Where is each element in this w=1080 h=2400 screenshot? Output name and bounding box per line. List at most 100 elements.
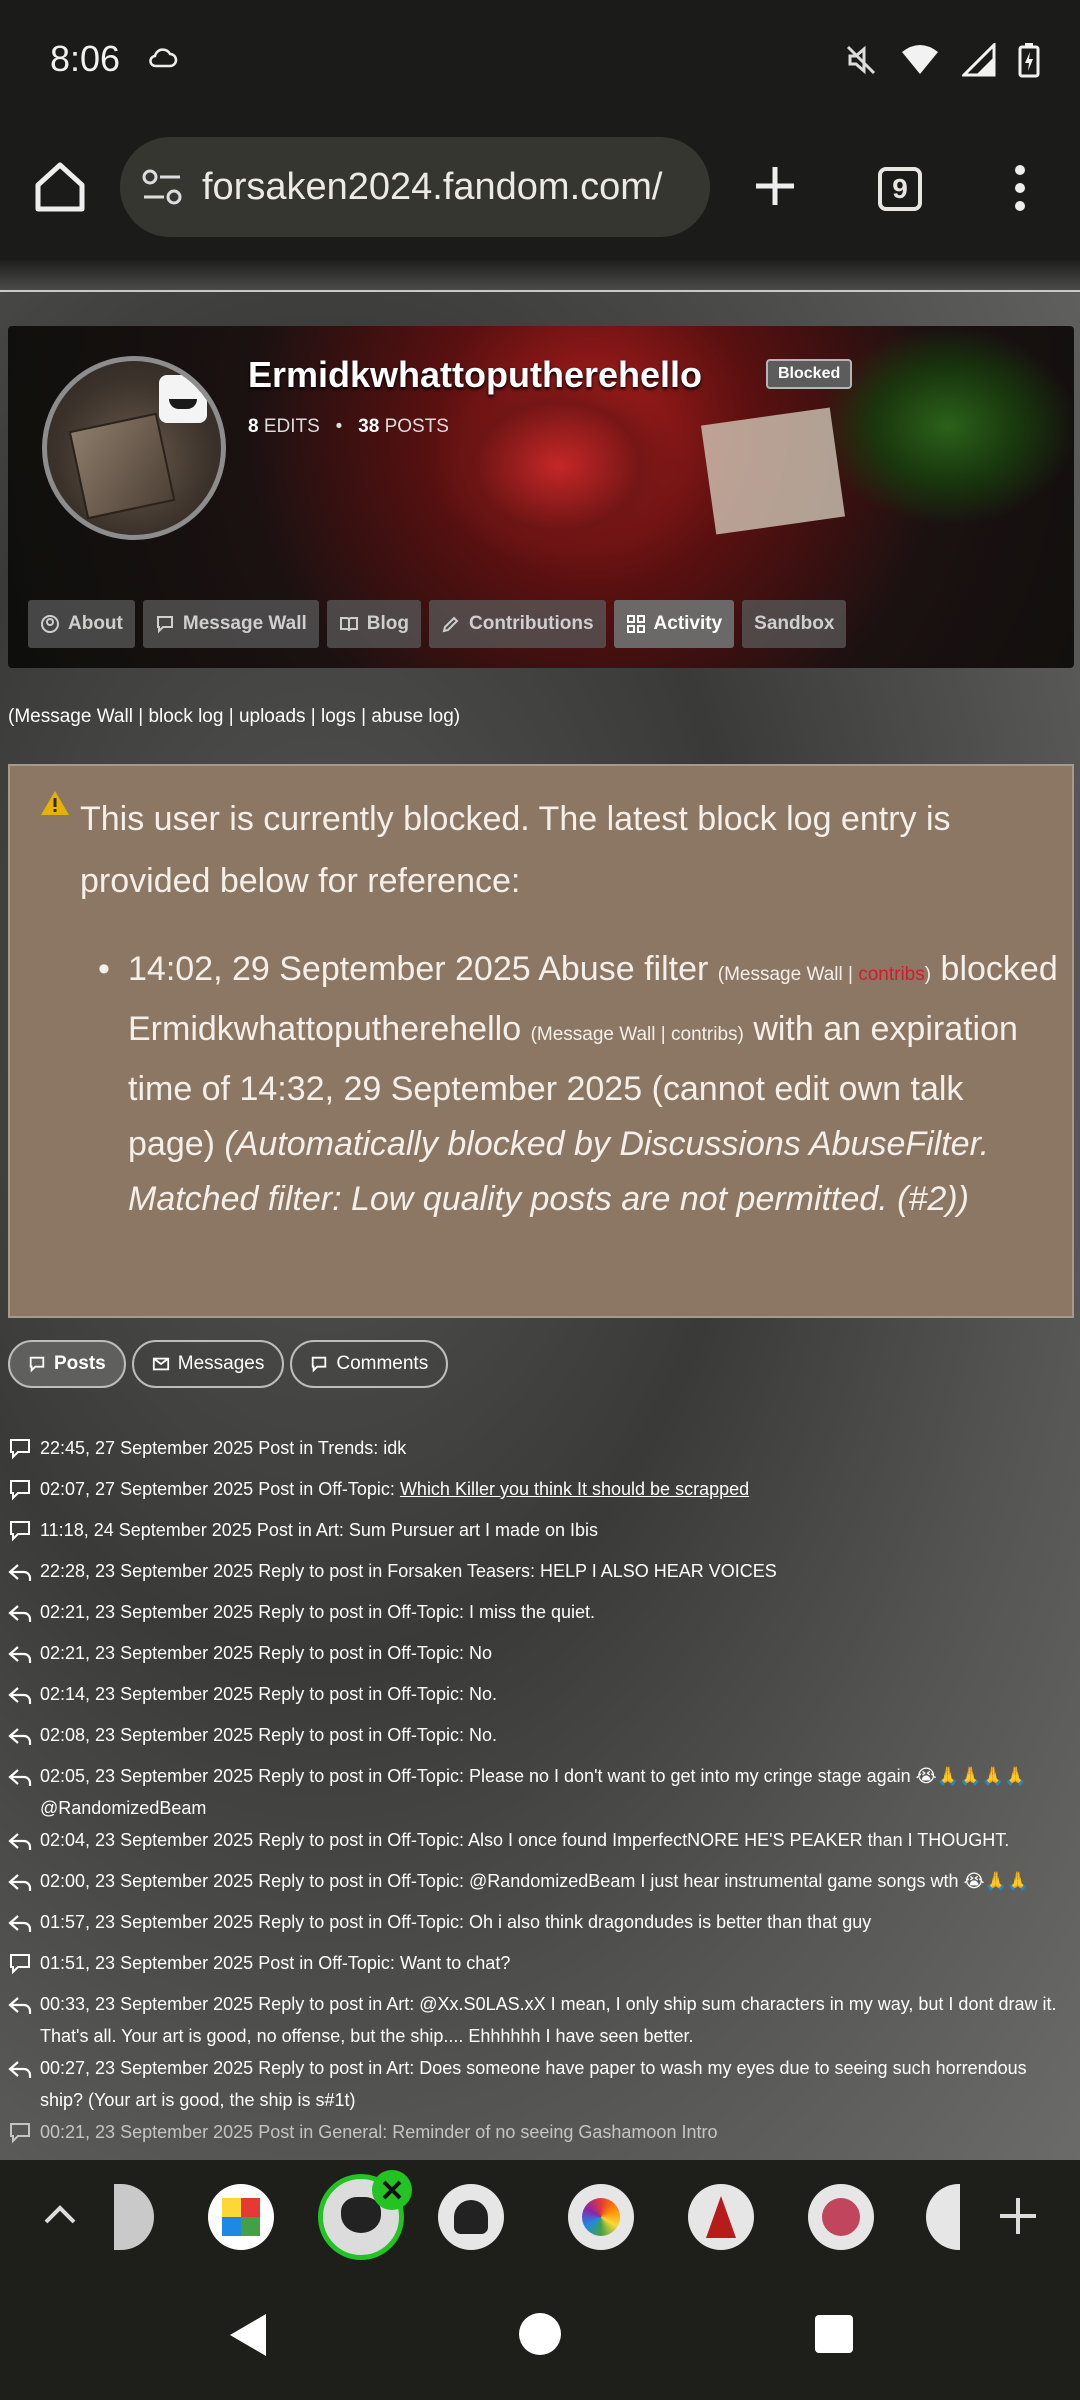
activity-action: Reply to post in Off-Topic: xyxy=(258,1725,464,1745)
target-contribs-link[interactable]: contribs xyxy=(671,1024,738,1045)
activity-time: 02:05, 23 September 2025 xyxy=(40,1766,254,1786)
activity-item: 02:21, 23 September 2025 Reply to post i… xyxy=(8,1637,1074,1678)
comment-icon xyxy=(8,1479,32,1501)
filter-comments[interactable]: Comments xyxy=(290,1340,449,1388)
browser-toolbar: forsaken2024.fandom.com/ 9 xyxy=(0,125,1080,260)
activity-action: Reply to post in Off-Topic: xyxy=(258,1643,464,1663)
activity-time: 22:28, 23 September 2025 xyxy=(40,1561,254,1581)
tab-message-wall[interactable]: Message Wall xyxy=(142,600,319,648)
add-tab-icon[interactable] xyxy=(996,2194,1040,2238)
tab-blog[interactable]: Blog xyxy=(326,600,421,648)
tab-thumbnail[interactable] xyxy=(438,2184,504,2250)
tool-link-uploads[interactable]: uploads xyxy=(239,706,306,727)
activity-time: 11:18, 24 September 2025 xyxy=(40,1520,252,1540)
comment-icon xyxy=(156,616,173,634)
activity-time: 00:33, 23 September 2025 xyxy=(40,1994,254,2014)
tab-about[interactable]: About xyxy=(28,600,135,648)
mail-icon xyxy=(152,1357,169,1371)
activity-title-link[interactable]: No xyxy=(469,1643,492,1663)
tab-thumbnail[interactable] xyxy=(568,2184,634,2250)
activity-title-link[interactable]: I miss the quiet. xyxy=(469,1602,595,1622)
clock: 8:06 xyxy=(50,38,121,79)
actor-message-wall-link[interactable]: Message Wall xyxy=(724,964,843,985)
comment-icon xyxy=(29,1356,45,1373)
block-target[interactable]: Ermidkwhattoputherehello xyxy=(128,1010,521,1048)
activity-time: 02:14, 23 September 2025 xyxy=(40,1684,254,1704)
activity-title-link[interactable]: Oh i also think dragondudes is better th… xyxy=(469,1912,871,1932)
target-message-wall-link[interactable]: Message Wall xyxy=(537,1024,656,1045)
activity-item: 02:21, 23 September 2025 Reply to post i… xyxy=(8,1596,1074,1637)
reply-icon xyxy=(8,1643,32,1665)
home-icon[interactable] xyxy=(32,159,88,215)
recents-icon[interactable] xyxy=(814,2314,854,2354)
activity-action: Reply to post in Art: xyxy=(258,1994,415,2014)
activity-time: 00:21, 23 September 2025 xyxy=(40,2122,254,2142)
banner-art xyxy=(428,366,688,566)
reply-icon xyxy=(8,1561,32,1583)
activity-title-link[interactable]: Reminder of no seeing Gashamoon Intro xyxy=(392,2122,717,2142)
activity-item: 00:21, 23 September 2025 Post in General… xyxy=(8,2116,1074,2157)
block-verb: blocked xyxy=(940,950,1058,988)
activity-item: 22:45, 27 September 2025 Post in Trends:… xyxy=(8,1432,1074,1473)
activity-time: 02:21, 23 September 2025 xyxy=(40,1602,254,1622)
avatar[interactable] xyxy=(42,356,226,540)
filter-messages[interactable]: Messages xyxy=(131,1340,285,1388)
activity-title-link[interactable]: idk xyxy=(383,1438,406,1458)
tool-link-message-wall[interactable]: Message Wall xyxy=(14,706,133,727)
activity-action: Post in Art: xyxy=(256,1520,344,1540)
back-icon[interactable] xyxy=(226,2312,270,2358)
posts-count: 38 xyxy=(358,416,380,437)
activity-title-link[interactable]: Sum Pursuer art I made on Ibis xyxy=(349,1520,598,1540)
filter-posts[interactable]: Posts xyxy=(8,1340,126,1388)
activity-action: Post in Trends: xyxy=(258,1438,379,1458)
banner-art xyxy=(700,407,846,535)
book-icon xyxy=(339,617,358,632)
tab-activity[interactable]: Activity xyxy=(613,600,735,648)
profile-header: Ermidkwhattoputherehello Blocked 8 EDITS… xyxy=(8,326,1074,668)
tool-link-block-log[interactable]: block log xyxy=(148,706,223,727)
reply-icon xyxy=(8,1912,32,1934)
system-nav-bar xyxy=(0,2270,1080,2400)
tab-switcher-button[interactable]: 9 xyxy=(878,167,922,211)
tab-thumbnail[interactable] xyxy=(808,2184,874,2250)
tab-thumbnail[interactable] xyxy=(114,2184,154,2250)
activity-item: 00:33, 23 September 2025 Reply to post i… xyxy=(8,1988,1074,2052)
chevron-up-icon[interactable] xyxy=(40,2198,80,2228)
activity-title-link[interactable]: Want to chat? xyxy=(400,1953,510,1973)
actor-contribs-link[interactable]: contribs xyxy=(858,964,925,985)
tab-sandbox[interactable]: Sandbox xyxy=(742,600,847,648)
activity-item: 00:27, 23 September 2025 Reply to post i… xyxy=(8,2052,1074,2116)
more-menu-icon[interactable] xyxy=(1010,163,1030,213)
block-actor[interactable]: Abuse filter xyxy=(538,950,708,988)
tool-link-logs[interactable]: logs xyxy=(321,706,356,727)
activity-action: Reply to post in Off-Topic: xyxy=(258,1830,464,1850)
pencil-icon xyxy=(442,616,459,633)
activity-title-link[interactable]: @RandomizedBeam I just hear instrumental… xyxy=(469,1871,1029,1891)
web-page: Ermidkwhattoputherehello Blocked 8 EDITS… xyxy=(0,260,1080,2160)
activity-item: 11:18, 24 September 2025 Post in Art: Su… xyxy=(8,1514,1074,1555)
activity-title-link[interactable]: No. xyxy=(469,1725,497,1745)
battery-icon xyxy=(1018,43,1040,78)
activity-title-link[interactable]: No. xyxy=(469,1684,497,1704)
address-bar[interactable]: forsaken2024.fandom.com/ xyxy=(120,137,710,237)
tab-thumbnail[interactable] xyxy=(688,2184,754,2250)
activity-filters: Posts Messages Comments xyxy=(8,1340,449,1388)
block-reason: (Automatically blocked by Discussions Ab… xyxy=(128,1125,990,1218)
block-log-entry: 14:02, 29 September 2025 Abuse filter (M… xyxy=(98,942,1058,1227)
activity-action: Reply to post in Off-Topic: xyxy=(258,1684,464,1704)
activity-title-link[interactable]: Which Killer you think It should be scra… xyxy=(400,1479,749,1499)
activity-item: 02:07, 27 September 2025 Post in Off-Top… xyxy=(8,1473,1074,1514)
tab-thumbnail[interactable] xyxy=(208,2184,274,2250)
activity-item: 02:08, 23 September 2025 Reply to post i… xyxy=(8,1719,1074,1760)
activity-title-link[interactable]: HELP I ALSO HEAR VOICES xyxy=(540,1561,777,1581)
home-nav-icon[interactable] xyxy=(518,2312,562,2356)
tab-thumbnail[interactable] xyxy=(926,2184,960,2250)
site-settings-icon[interactable] xyxy=(140,165,184,209)
reply-icon xyxy=(8,2058,32,2080)
new-tab-icon[interactable] xyxy=(752,163,798,209)
close-tab-icon[interactable] xyxy=(370,2168,414,2212)
activity-item: 01:57, 23 September 2025 Reply to post i… xyxy=(8,1906,1074,1947)
tool-link-abuse-log[interactable]: abuse log xyxy=(371,706,453,727)
activity-title-link[interactable]: Also I once found ImperfectNORE HE'S PEA… xyxy=(468,1830,1009,1850)
tab-contributions[interactable]: Contributions xyxy=(429,600,606,648)
